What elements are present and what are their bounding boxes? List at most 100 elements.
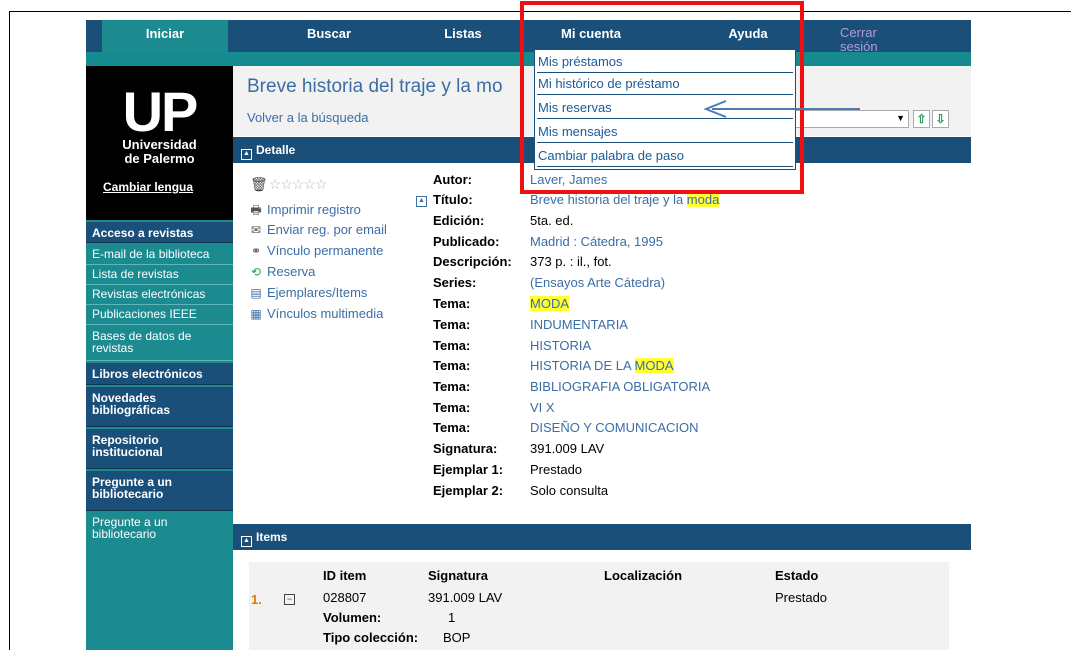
sidebar-item-bases-datos[interactable]: Bases de datos de revistas bbox=[86, 327, 233, 361]
col-header-signatura: Signatura bbox=[428, 568, 488, 583]
field-value: 391.009 LAV bbox=[530, 441, 604, 456]
field-value-text: INDUMENTARIA bbox=[530, 317, 628, 332]
field-value[interactable]: MODA bbox=[530, 296, 569, 311]
item-estado: Prestado bbox=[775, 590, 828, 605]
field-label: Tema: bbox=[433, 338, 471, 353]
field-value-text: BIBLIOGRAFIA OBLIGATORIA bbox=[530, 379, 711, 394]
items-icon: ▤ bbox=[250, 286, 262, 300]
annotation-arrow-icon bbox=[703, 100, 860, 118]
field-value: 5ta. ed. bbox=[530, 213, 573, 228]
permalink-link[interactable]: ⚭ Vínculo permanente bbox=[249, 243, 383, 258]
field-label: Tema: bbox=[433, 296, 471, 311]
rating-stars[interactable]: 🗑 ☆☆☆☆☆ bbox=[250, 176, 328, 193]
title-collapse-icon[interactable]: ▲ bbox=[416, 196, 427, 207]
up-arrow-button[interactable]: ⇧ bbox=[913, 110, 930, 128]
tab-buscar[interactable]: Buscar bbox=[279, 20, 379, 52]
field-value: 373 p. : il., fot. bbox=[530, 254, 612, 269]
field-label: Descripción: bbox=[433, 254, 512, 269]
university-logo: UP Universidad de Palermo bbox=[86, 66, 233, 172]
link-icon: ⚭ bbox=[250, 244, 262, 258]
tab-listas[interactable]: Listas bbox=[418, 20, 508, 52]
chevron-down-icon: ▼ bbox=[896, 113, 905, 123]
sidebar-item-pregunte[interactable]: Pregunte a un bibliotecario bbox=[86, 513, 233, 543]
multimedia-icon: ▦ bbox=[250, 307, 262, 321]
field-value-text: Madrid : Cátedra, 1995 bbox=[530, 234, 663, 249]
field-label: Tema: bbox=[433, 317, 471, 332]
email-record-link[interactable]: ✉ Enviar reg. por email bbox=[249, 222, 387, 237]
item-signatura: 391.009 LAV bbox=[428, 590, 503, 605]
field-value-text: Prestado bbox=[530, 462, 583, 477]
logo-mark: UP bbox=[122, 80, 199, 143]
sidebar-item-pregunte-bold[interactable]: Pregunte a un bibliotecario bbox=[86, 471, 233, 511]
field-value-text: 5ta. ed. bbox=[530, 213, 574, 228]
sidebar-item-email[interactable]: E-mail de la biblioteca bbox=[86, 245, 233, 265]
sidebar-item-libros-electronicos[interactable]: Libros electrónicos bbox=[86, 363, 233, 385]
field-label: Ejemplar 2: bbox=[433, 483, 504, 498]
field-value-text: 391.009 LAV bbox=[530, 441, 605, 456]
trash-icon[interactable]: 🗑 bbox=[250, 176, 268, 192]
sidebar-item-acceso-revistas[interactable]: Acceso a revistas bbox=[86, 222, 233, 243]
sidebar-item-novedades[interactable]: Novedades bibliográficas bbox=[86, 387, 233, 427]
field-label: Tema: bbox=[433, 358, 471, 373]
field-value[interactable]: (Ensayos Arte Cátedra) bbox=[530, 275, 665, 290]
search-term-highlight: MODA bbox=[530, 296, 569, 311]
col-header-localizacion: Localización bbox=[604, 568, 683, 583]
field-label: Tema: bbox=[433, 379, 471, 394]
tipo-coleccion-value: BOP bbox=[443, 630, 471, 645]
tab-iniciar[interactable]: Iniciar bbox=[102, 20, 228, 52]
field-value[interactable]: Breve historia del traje y la moda bbox=[530, 192, 720, 207]
field-label: Tema: bbox=[433, 400, 471, 415]
field-value[interactable]: VI X bbox=[530, 400, 555, 415]
col-header-estado: Estado bbox=[775, 568, 819, 583]
section-title: Items bbox=[256, 530, 288, 544]
col-header-id: ID item bbox=[323, 568, 367, 583]
field-label: Edición: bbox=[433, 213, 485, 228]
field-label: Signatura: bbox=[433, 441, 498, 456]
field-value-text: DISEÑO Y COMUNICACION bbox=[530, 420, 699, 435]
sidebar-item-lista-revistas[interactable]: Lista de revistas bbox=[86, 265, 233, 285]
page-title: Breve historia del traje y la mo bbox=[247, 76, 503, 97]
field-value-text: VI X bbox=[530, 400, 555, 415]
field-value[interactable]: HISTORIA DE LA MODA bbox=[530, 358, 674, 373]
field-value-text: Solo consulta bbox=[530, 483, 609, 498]
volumen-value: 1 bbox=[448, 610, 456, 625]
change-language-link[interactable]: Cambiar lengua bbox=[103, 180, 193, 194]
field-value: Madrid : Cátedra, 1995 bbox=[530, 234, 663, 249]
sidebar-item-ieee[interactable]: Publicaciones IEEE bbox=[86, 305, 233, 325]
print-record-link[interactable]: 🖶 Imprimir registro bbox=[249, 201, 361, 222]
reserve-icon: ⟲ bbox=[250, 265, 262, 279]
down-arrow-button[interactable]: ⇩ bbox=[932, 110, 949, 128]
field-label: Publicado: bbox=[433, 234, 500, 249]
collapse-icon: ▲ bbox=[241, 149, 252, 160]
volumen-label: Volumen: bbox=[323, 610, 382, 625]
field-value-text: HISTORIA bbox=[530, 338, 592, 353]
field-label: Ejemplar 1: bbox=[433, 462, 504, 477]
collapse-icon: ▲ bbox=[241, 536, 252, 547]
field-value: Prestado bbox=[530, 462, 582, 477]
field-value[interactable]: BIBLIOGRAFIA OBLIGATORIA bbox=[530, 379, 710, 394]
logo-line-1: Universidad bbox=[122, 137, 197, 152]
field-label: Autor: bbox=[433, 172, 472, 187]
field-value: Solo consulta bbox=[530, 483, 608, 498]
sidebar-item-revistas-electronicas[interactable]: Revistas electrónicas bbox=[86, 285, 233, 305]
print-icon: 🖶 bbox=[250, 203, 262, 217]
field-label: Series: bbox=[433, 275, 477, 290]
field-value-text: (Ensayos Arte Cátedra) bbox=[530, 275, 666, 290]
items-link[interactable]: ▤ Ejemplares/Items bbox=[249, 285, 367, 300]
field-value[interactable]: HISTORIA bbox=[530, 338, 591, 353]
section-title: Detalle bbox=[256, 143, 296, 157]
field-value[interactable]: INDUMENTARIA bbox=[530, 317, 628, 332]
items-section-header[interactable]: ▲ Items bbox=[233, 524, 971, 550]
tipo-coleccion-label: Tipo colección: bbox=[323, 630, 419, 645]
row-toggle-icon[interactable]: − bbox=[284, 594, 295, 605]
field-value-text: 373 p. : il., fot. bbox=[530, 254, 612, 269]
row-number: 1. bbox=[251, 592, 262, 607]
multimedia-link[interactable]: ▦ Vínculos multimedia bbox=[249, 306, 383, 321]
field-value-text: Breve historia del traje y la bbox=[530, 192, 687, 207]
reserve-link[interactable]: ⟲ Reserva bbox=[249, 264, 315, 279]
back-to-search-link[interactable]: Volver a la búsqueda bbox=[247, 110, 368, 125]
search-term-highlight: MODA bbox=[634, 358, 674, 373]
field-value[interactable]: DISEÑO Y COMUNICACION bbox=[530, 420, 699, 435]
sidebar-item-repositorio[interactable]: Repositorio institucional bbox=[86, 429, 233, 469]
search-term-highlight: moda bbox=[686, 192, 720, 207]
